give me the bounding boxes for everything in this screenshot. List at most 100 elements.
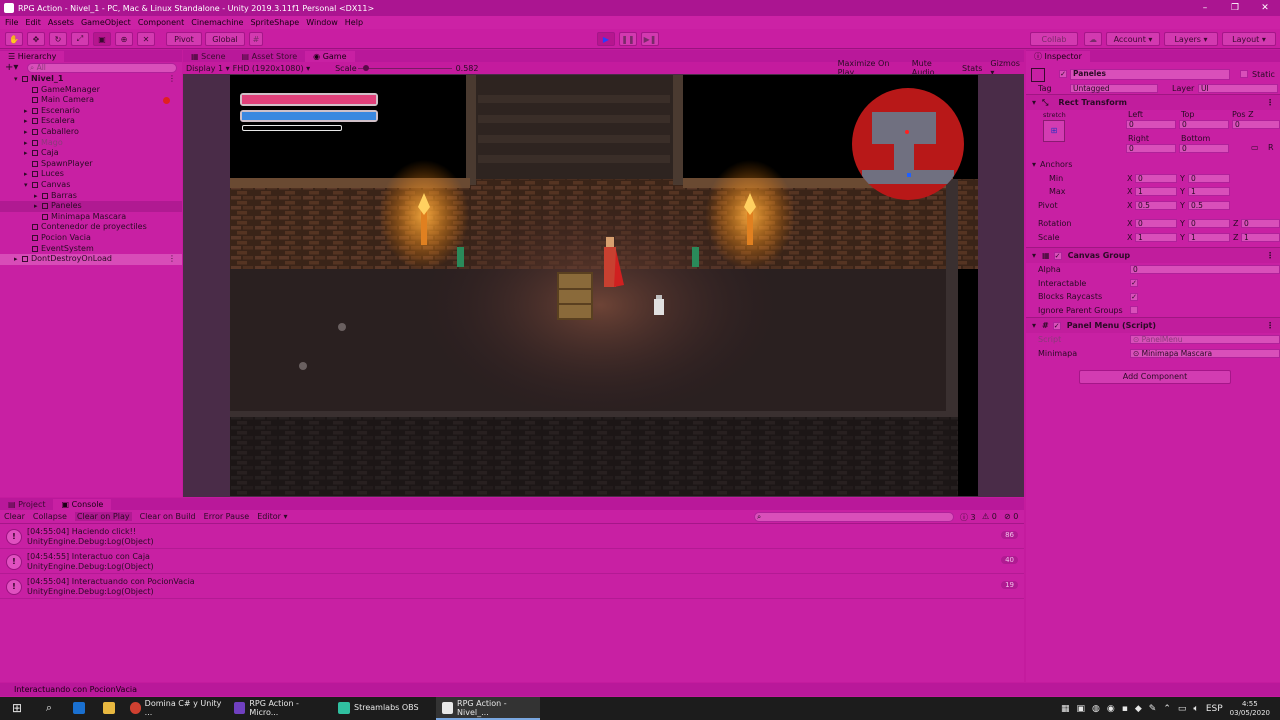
expand-arrow-icon[interactable]: ▸: [14, 254, 18, 265]
rot-y-field[interactable]: 0: [1188, 219, 1230, 229]
hierarchy-item[interactable]: ▸ Barras: [0, 191, 182, 202]
tray-app-icon[interactable]: ▣: [1077, 704, 1086, 714]
max-x-field[interactable]: 1: [1135, 187, 1177, 197]
warning-count-toggle[interactable]: ⚠ 0: [982, 512, 997, 521]
expand-arrow-icon[interactable]: ▸: [24, 127, 28, 138]
menu-assets[interactable]: Assets: [48, 18, 74, 27]
hierarchy-item[interactable]: EventSystem: [0, 244, 182, 255]
menu-spriteshape[interactable]: SpriteShape: [250, 18, 299, 27]
hierarchy-item[interactable]: ▾ Canvas: [0, 180, 182, 191]
global-toggle[interactable]: Global: [205, 32, 245, 46]
tab-console[interactable]: ▣ Console: [53, 499, 112, 510]
expand-arrow-icon[interactable]: ▸: [24, 169, 28, 180]
error-count-toggle[interactable]: ⊘ 0: [1004, 512, 1018, 521]
hierarchy-item[interactable]: ▾ Nivel_1 ⋮: [0, 74, 182, 85]
taskbar-item-streamlabs[interactable]: Streamlabs OBS: [332, 697, 436, 720]
taskbar-item-unity[interactable]: RPG Action - Nivel_...: [436, 697, 540, 720]
hierarchy-search-input[interactable]: ⌕ All: [27, 63, 177, 73]
menu-gameobject[interactable]: GameObject: [81, 18, 131, 27]
layers-dropdown[interactable]: Layers ▾: [1164, 32, 1218, 46]
hierarchy-item[interactable]: SpawnPlayer: [0, 159, 182, 170]
max-y-field[interactable]: 1: [1188, 187, 1230, 197]
posz-field[interactable]: 0: [1232, 120, 1280, 129]
game-render[interactable]: [230, 75, 978, 496]
expand-arrow-icon[interactable]: ▸: [34, 191, 38, 202]
object-name-field[interactable]: Paneles: [1070, 69, 1230, 80]
stats-toggle[interactable]: Stats: [962, 64, 982, 73]
ignore-parent-checkbox[interactable]: [1130, 306, 1138, 315]
anchors-foldout-icon[interactable]: ▾: [1032, 160, 1036, 169]
top-field[interactable]: 0: [1179, 120, 1229, 129]
hierarchy-item[interactable]: GameManager: [0, 85, 182, 96]
expand-arrow-icon[interactable]: ▸: [24, 148, 28, 159]
mail-icon[interactable]: [64, 697, 94, 720]
hierarchy-item[interactable]: Pocion Vacia: [0, 233, 182, 244]
layout-dropdown[interactable]: Layout ▾: [1222, 32, 1276, 46]
taskbar-item-visual-studio[interactable]: RPG Action - Micro...: [228, 697, 332, 720]
hierarchy-item[interactable]: Contenedor de proyectiles: [0, 222, 182, 233]
game-viewport[interactable]: [183, 74, 1024, 497]
layer-dropdown[interactable]: UI: [1198, 84, 1278, 93]
hierarchy-item[interactable]: ▸ Luces: [0, 169, 182, 180]
tab-scene[interactable]: ▦ Scene: [183, 51, 234, 62]
clear-on-play-button[interactable]: Clear on Play: [74, 512, 132, 521]
tray-app-icon[interactable]: ▦: [1061, 704, 1070, 714]
chevron-up-icon[interactable]: ⌃: [1163, 704, 1171, 714]
minimize-button[interactable]: –: [1190, 3, 1220, 13]
tab-project[interactable]: ▤ Project: [0, 499, 53, 510]
hierarchy-item[interactable]: Minimapa Mascara: [0, 212, 182, 223]
pause-button[interactable]: ❚❚: [619, 32, 637, 46]
language-indicator[interactable]: ESP: [1206, 704, 1223, 714]
hierarchy-item[interactable]: ▸ Caja: [0, 148, 182, 159]
expand-arrow-icon[interactable]: ▾: [14, 74, 18, 85]
volume-icon[interactable]: 🔈︎: [1193, 704, 1198, 714]
windows-start-icon[interactable]: ⊞: [0, 697, 34, 720]
tray-app-icon[interactable]: ✎: [1149, 704, 1157, 714]
expand-arrow-icon[interactable]: ▸: [24, 106, 28, 117]
move-tool-icon[interactable]: ✥: [27, 32, 45, 46]
hierarchy-item[interactable]: ▸ Escenario: [0, 106, 182, 117]
blocks-raycasts-checkbox[interactable]: ✓: [1130, 292, 1138, 301]
hierarchy-item[interactable]: ▸ Paneles: [0, 201, 182, 212]
scale-slider[interactable]: [358, 64, 452, 71]
menu-file[interactable]: File: [5, 18, 18, 27]
scale-x-field[interactable]: 1: [1135, 232, 1177, 242]
rot-z-field[interactable]: 0: [1241, 219, 1280, 229]
menu-component[interactable]: Component: [138, 18, 184, 27]
hierarchy-item[interactable]: ▸ DontDestroyOnLoad ⋮: [0, 254, 182, 265]
right-field[interactable]: 0: [1126, 144, 1176, 153]
search-icon[interactable]: ⌕: [34, 697, 64, 720]
network-icon[interactable]: ▭: [1178, 704, 1187, 714]
menu-edit[interactable]: Edit: [25, 18, 41, 27]
clock[interactable]: 4:55 03/05/2020: [1230, 700, 1270, 718]
collapse-button[interactable]: Collapse: [33, 512, 67, 521]
editor-dropdown[interactable]: Editor ▾: [257, 512, 287, 521]
cloud-icon[interactable]: ☁: [1084, 32, 1102, 46]
expand-arrow-icon[interactable]: ▸: [34, 201, 38, 212]
static-checkbox[interactable]: [1240, 70, 1248, 78]
alpha-field[interactable]: 0: [1130, 265, 1280, 275]
scale-tool-icon[interactable]: ⤢: [71, 32, 89, 46]
rot-x-field[interactable]: 0: [1135, 219, 1177, 229]
hierarchy-item[interactable]: ▸ Caballero: [0, 127, 182, 138]
scale-z-field[interactable]: 1: [1241, 232, 1280, 242]
account-dropdown[interactable]: Account ▾: [1106, 32, 1160, 46]
min-x-field[interactable]: 0: [1135, 173, 1177, 183]
expand-arrow-icon[interactable]: ▸: [24, 138, 28, 149]
tab-game[interactable]: ◉ Game: [305, 51, 355, 62]
tray-app-icon[interactable]: ▪: [1122, 704, 1128, 714]
expand-arrow-icon[interactable]: ▸: [24, 116, 28, 127]
component-menu-icon[interactable]: ⋮: [1266, 251, 1274, 260]
tab-inspector[interactable]: ⓘ Inspector: [1026, 51, 1090, 62]
menu-cinemachine[interactable]: Cinemachine: [191, 18, 243, 27]
play-button[interactable]: ▶: [597, 32, 615, 46]
collab-dropdown[interactable]: Collab: [1030, 32, 1078, 46]
tray-app-icon[interactable]: ◉: [1107, 704, 1115, 714]
raw-edit-icon[interactable]: R: [1268, 143, 1274, 152]
maximize-button[interactable]: ❐: [1220, 3, 1250, 13]
pivot-y-field[interactable]: 0.5: [1188, 200, 1230, 210]
log-entry[interactable]: ! [04:55:04] Interactuando con PocionVac…: [0, 574, 1024, 599]
clear-on-build-button[interactable]: Clear on Build: [140, 512, 196, 521]
error-pause-button[interactable]: Error Pause: [204, 512, 250, 521]
expand-arrow-icon[interactable]: ▾: [24, 180, 28, 191]
